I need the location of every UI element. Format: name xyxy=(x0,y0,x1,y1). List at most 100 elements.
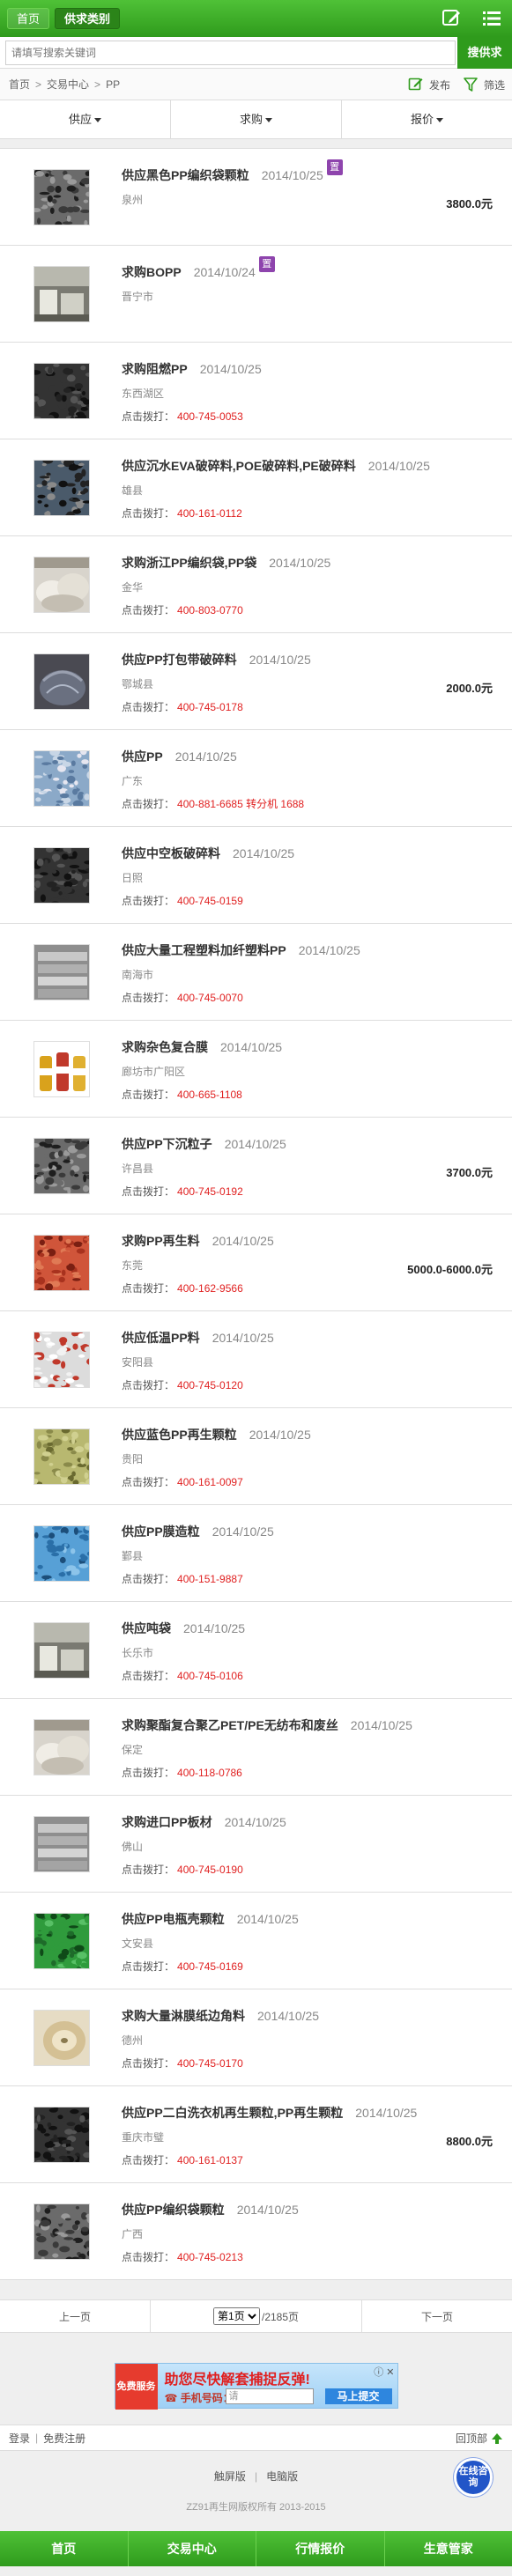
ad-submit-button[interactable]: 马上提交 xyxy=(325,2388,392,2404)
listing-item[interactable]: 求购杂色复合膜2014/10/25廊坊市广阳区点击拨打：400-665-1108 xyxy=(0,1021,512,1118)
phone-number[interactable]: 400-745-0106 xyxy=(177,1670,243,1682)
ad-phone-input[interactable]: 请 xyxy=(226,2388,314,2404)
listing-title[interactable]: 供应沉水EVA破碎料,POE破碎料,PE破碎料 xyxy=(122,459,356,473)
listing-thumbnail[interactable] xyxy=(33,1428,90,1485)
listing-title[interactable]: 供应PP下沉粒子 xyxy=(122,1137,212,1151)
online-consult-button[interactable]: 在线咨询 xyxy=(454,2458,493,2497)
phone-number[interactable]: 400-745-0053 xyxy=(177,410,243,423)
listing-item[interactable]: 求购阻燃PP2014/10/25东西湖区点击拨打：400-745-0053 xyxy=(0,343,512,439)
login-link[interactable]: 登录 xyxy=(9,2431,30,2446)
phone-number[interactable]: 400-745-0192 xyxy=(177,1185,243,1198)
listing-phone[interactable]: 点击拨打：400-745-0120 xyxy=(122,1377,243,1392)
listing-thumbnail[interactable] xyxy=(33,750,90,807)
listing-thumbnail[interactable] xyxy=(33,1913,90,1969)
listing-thumbnail[interactable] xyxy=(33,653,90,710)
breadcrumb-trade-center[interactable]: 交易中心 xyxy=(47,77,89,92)
listing-thumbnail[interactable] xyxy=(33,460,90,516)
listing-thumbnail[interactable] xyxy=(33,847,90,904)
listing-phone[interactable]: 点击拨打：400-162-9566 xyxy=(122,1281,243,1295)
phone-number[interactable]: 400-803-0770 xyxy=(177,604,243,616)
listing-item[interactable]: 供应沉水EVA破碎料,POE破碎料,PE破碎料2014/10/25雄县点击拨打：… xyxy=(0,439,512,536)
filter-quote[interactable]: 报价 xyxy=(342,100,512,138)
listing-title[interactable]: 供应PP编织袋颗粒 xyxy=(122,2203,225,2217)
prev-page-button[interactable]: 上一页 xyxy=(0,2309,150,2324)
menu-icon[interactable] xyxy=(480,7,503,30)
listing-phone[interactable]: 点击拨打：400-745-0192 xyxy=(122,1184,243,1199)
listing-thumbnail[interactable] xyxy=(33,169,90,225)
search-button[interactable]: 搜供求 xyxy=(457,37,512,69)
listing-item[interactable]: 供应PP编织袋颗粒2014/10/25广西点击拨打：400-745-0213 xyxy=(0,2183,512,2280)
listing-item[interactable]: 供应中空板破碎料2014/10/25日照点击拨打：400-745-0159 xyxy=(0,827,512,924)
search-input[interactable] xyxy=(5,41,456,65)
listing-title[interactable]: 求购杂色复合膜 xyxy=(122,1040,208,1054)
listing-phone[interactable]: 点击拨打：400-803-0770 xyxy=(122,602,243,617)
listing-thumbnail[interactable] xyxy=(33,266,90,322)
listing-title[interactable]: 供应PP电瓶壳颗粒 xyxy=(122,1912,225,1926)
listing-phone[interactable]: 点击拨打：400-745-0213 xyxy=(122,2249,243,2264)
phone-number[interactable]: 400-745-0213 xyxy=(177,2251,243,2263)
phone-number[interactable]: 400-745-0070 xyxy=(177,992,243,1004)
listing-title[interactable]: 求购PP再生料 xyxy=(122,1234,200,1248)
listing-thumbnail[interactable] xyxy=(33,2010,90,2066)
listing-item[interactable]: 求购浙江PP编织袋,PP袋2014/10/25金华点击拨打：400-803-07… xyxy=(0,536,512,633)
listing-item[interactable]: 供应大量工程塑料加纤塑料PP2014/10/25南海市点击拨打：400-745-… xyxy=(0,924,512,1021)
listing-item[interactable]: 求购BOPP2014/10/24置晋宁市 xyxy=(0,246,512,343)
listing-title[interactable]: 供应低温PP料 xyxy=(122,1331,200,1345)
listing-phone[interactable]: 点击拨打：400-745-0070 xyxy=(122,990,243,1005)
listing-item[interactable]: 供应PP下沉粒子2014/10/25许昌县点击拨打：400-745-019237… xyxy=(0,1118,512,1214)
listing-thumbnail[interactable] xyxy=(33,1622,90,1679)
listing-thumbnail[interactable] xyxy=(33,1816,90,1872)
phone-number[interactable]: 400-118-0786 xyxy=(177,1767,242,1779)
publish-button[interactable]: 发布 xyxy=(408,77,450,92)
listing-thumbnail[interactable] xyxy=(33,1041,90,1097)
bottom-nav-quotes[interactable]: 行情报价 xyxy=(256,2531,385,2566)
ad-close-icon[interactable]: ⓘ ✕ xyxy=(374,2365,394,2379)
listing-phone[interactable]: 点击拨打：400-665-1108 xyxy=(122,1087,242,1102)
bottom-nav-trade-center[interactable]: 交易中心 xyxy=(129,2531,257,2566)
bottom-nav-business[interactable]: 生意管家 xyxy=(385,2531,512,2566)
phone-number[interactable]: 400-745-0170 xyxy=(177,2057,243,2070)
listing-phone[interactable]: 点击拨打：400-745-0170 xyxy=(122,2056,243,2070)
filter-button[interactable]: 筛选 xyxy=(463,77,505,92)
listing-item[interactable]: 求购PP再生料2014/10/25东莞点击拨打：400-162-95665000… xyxy=(0,1214,512,1311)
listing-thumbnail[interactable] xyxy=(33,1332,90,1388)
listing-phone[interactable]: 点击拨打：400-151-9887 xyxy=(122,1571,243,1586)
listing-phone[interactable]: 点击拨打：400-745-0053 xyxy=(122,409,243,424)
edit-icon[interactable] xyxy=(440,7,463,30)
listing-title[interactable]: 供应黑色PP编织袋颗粒 xyxy=(122,168,249,182)
phone-number[interactable]: 400-745-0190 xyxy=(177,1864,243,1876)
tab-categories[interactable]: 供求类别 xyxy=(55,8,120,29)
listing-phone[interactable]: 点击拨打：400-745-0159 xyxy=(122,893,243,908)
filter-supply[interactable]: 供应 xyxy=(0,100,171,138)
register-link[interactable]: 免费注册 xyxy=(43,2431,85,2446)
listing-thumbnail[interactable] xyxy=(33,1138,90,1194)
listing-thumbnail[interactable] xyxy=(33,363,90,419)
listing-thumbnail[interactable] xyxy=(33,2107,90,2163)
listing-item[interactable]: 供应PP膜造粒2014/10/25鄞县点击拨打：400-151-9887 xyxy=(0,1505,512,1602)
listing-title[interactable]: 供应大量工程塑料加纤塑料PP xyxy=(122,943,286,957)
listing-item[interactable]: 供应PP2014/10/25广东点击拨打：400-881-6685 转分机 16… xyxy=(0,730,512,827)
listing-thumbnail[interactable] xyxy=(33,2203,90,2260)
listing-phone[interactable]: 点击拨打：400-161-0097 xyxy=(122,1474,243,1489)
back-to-top-link[interactable]: 回顶部 xyxy=(456,2425,503,2452)
phone-number[interactable]: 400-161-0137 xyxy=(177,2154,243,2166)
phone-number[interactable]: 400-151-9887 xyxy=(177,1573,243,1585)
filter-purchase[interactable]: 求购 xyxy=(171,100,342,138)
listing-title[interactable]: 供应吨袋 xyxy=(122,1621,171,1635)
listing-title[interactable]: 供应PP膜造粒 xyxy=(122,1524,200,1539)
phone-number[interactable]: 400-745-0169 xyxy=(177,1960,243,1973)
listing-title[interactable]: 求购聚酯复合聚乙PET/PE无纺布和废丝 xyxy=(122,1718,338,1732)
listing-thumbnail[interactable] xyxy=(33,1719,90,1775)
phone-number[interactable]: 400-161-0097 xyxy=(177,1476,243,1488)
listing-title[interactable]: 供应PP xyxy=(122,749,163,764)
phone-number[interactable]: 400-881-6685 转分机 1688 xyxy=(177,798,304,810)
listing-phone[interactable]: 点击拨打：400-745-0190 xyxy=(122,1862,243,1877)
listing-item[interactable]: 求购进口PP板材2014/10/25佛山点击拨打：400-745-0190 xyxy=(0,1796,512,1893)
listing-item[interactable]: 供应蓝色PP再生颗粒2014/10/25贵阳点击拨打：400-161-0097 xyxy=(0,1408,512,1505)
bottom-nav-home[interactable]: 首页 xyxy=(0,2531,129,2566)
listing-item[interactable]: 供应PP电瓶壳颗粒2014/10/25文安县点击拨打：400-745-0169 xyxy=(0,1893,512,1989)
listing-thumbnail[interactable] xyxy=(33,1525,90,1582)
phone-number[interactable]: 400-745-0120 xyxy=(177,1379,243,1391)
listing-title[interactable]: 供应PP打包带破碎料 xyxy=(122,653,237,667)
listing-item[interactable]: 供应低温PP料2014/10/25安阳县点击拨打：400-745-0120 xyxy=(0,1311,512,1408)
